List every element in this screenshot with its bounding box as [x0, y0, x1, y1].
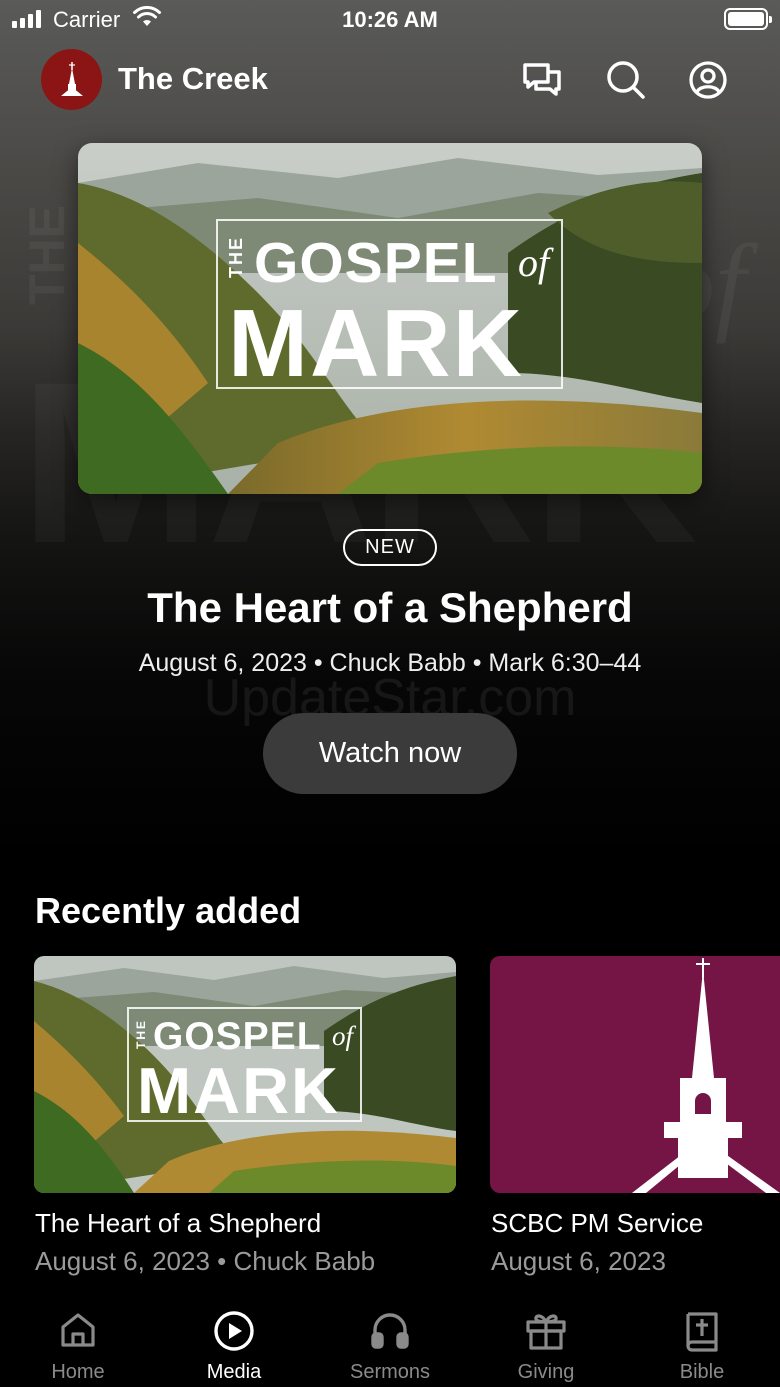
new-badge: NEW: [343, 529, 437, 566]
tab-home[interactable]: Home: [0, 1300, 156, 1387]
gift-icon: [468, 1310, 624, 1354]
church-logo[interactable]: [41, 49, 102, 110]
bottom-tab-bar: Home Media Sermons Giving Bible: [0, 1300, 780, 1387]
profile-icon[interactable]: [686, 58, 730, 102]
media-card-meta: August 6, 2023: [491, 1246, 666, 1276]
tab-label: Bible: [679, 1361, 725, 1383]
media-card-title: The Heart of a Shepherd: [35, 1208, 322, 1238]
tab-sermons[interactable]: Sermons: [312, 1300, 468, 1387]
media-card-meta: August 6, 2023 • Chuck Babb: [35, 1246, 376, 1276]
tab-label: Giving: [517, 1361, 575, 1383]
media-thumbnail[interactable]: [490, 956, 780, 1193]
tab-bible[interactable]: Bible: [624, 1300, 780, 1387]
messages-icon[interactable]: [520, 58, 564, 102]
app-title: The Creek: [118, 61, 268, 96]
home-icon: [0, 1310, 156, 1354]
tab-label: Media: [206, 1361, 262, 1383]
status-bar: Carrier 10:26 AM: [0, 0, 780, 40]
tab-label: Sermons: [349, 1361, 431, 1383]
media-card-title: SCBC PM Service: [491, 1208, 704, 1238]
play-circle-icon: [156, 1310, 312, 1354]
app-header: The Creek: [0, 46, 780, 112]
search-icon[interactable]: [604, 58, 648, 102]
hero-title: The Heart of a Shepherd: [147, 584, 633, 631]
series-title-box: THE GOSPEL of MARK: [216, 219, 563, 392]
series-title-box: THE GOSPEL of MARK: [127, 1007, 362, 1123]
steeple-icon: [632, 958, 780, 1193]
section-title-recently-added: Recently added: [35, 890, 302, 931]
media-card[interactable]: THE GOSPEL of MARK The Heart of a Shephe…: [34, 956, 456, 1276]
hero-artwork[interactable]: THE GOSPEL of MARK: [78, 143, 702, 494]
battery-icon: [724, 8, 772, 30]
tab-media[interactable]: Media: [156, 1300, 312, 1387]
clock: 10:26 AM: [342, 7, 438, 32]
tab-giving[interactable]: Giving: [468, 1300, 624, 1387]
bible-icon: [624, 1310, 780, 1354]
tab-label: Home: [51, 1361, 105, 1383]
headphones-icon: [312, 1310, 468, 1354]
media-thumbnail[interactable]: THE GOSPEL of MARK: [34, 956, 456, 1193]
watch-now-button[interactable]: Watch now: [263, 713, 517, 794]
media-card[interactable]: SCBC PM Service August 6, 2023: [490, 956, 780, 1276]
